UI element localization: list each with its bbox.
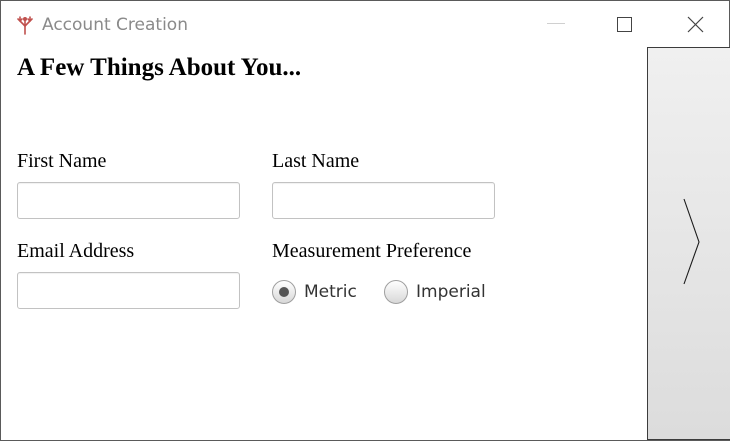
radio-metric-label: Metric: [304, 282, 357, 302]
measurement-preference-label: Measurement Preference: [272, 240, 472, 262]
chevron-right-icon: [683, 198, 700, 285]
first-name-input[interactable]: [17, 182, 240, 219]
app-logo-icon: [16, 15, 34, 35]
radio-selected-dot: [279, 287, 289, 297]
email-address-input[interactable]: [17, 272, 240, 309]
first-name-label: First Name: [17, 150, 107, 172]
close-icon: [687, 16, 704, 33]
close-button[interactable]: [672, 1, 718, 47]
last-name-input[interactable]: [272, 182, 495, 219]
next-page-button[interactable]: [647, 47, 730, 440]
email-address-label: Email Address: [17, 240, 135, 262]
radio-imperial-label: Imperial: [416, 282, 486, 302]
account-creation-window: Account Creation A Few Things About You.…: [0, 0, 730, 441]
maximize-button[interactable]: [601, 1, 647, 47]
page-heading: A Few Things About You...: [17, 54, 302, 81]
last-name-label: Last Name: [272, 150, 360, 172]
maximize-icon: [617, 17, 632, 32]
window-title: Account Creation: [42, 15, 188, 35]
minimize-button[interactable]: [533, 1, 579, 47]
minimize-icon: [547, 23, 565, 24]
radio-metric[interactable]: Metric: [272, 279, 362, 305]
radio-metric-circle[interactable]: [272, 280, 296, 304]
radio-imperial[interactable]: Imperial: [384, 279, 489, 305]
title-bar[interactable]: Account Creation: [1, 1, 729, 47]
radio-imperial-circle[interactable]: [384, 280, 408, 304]
